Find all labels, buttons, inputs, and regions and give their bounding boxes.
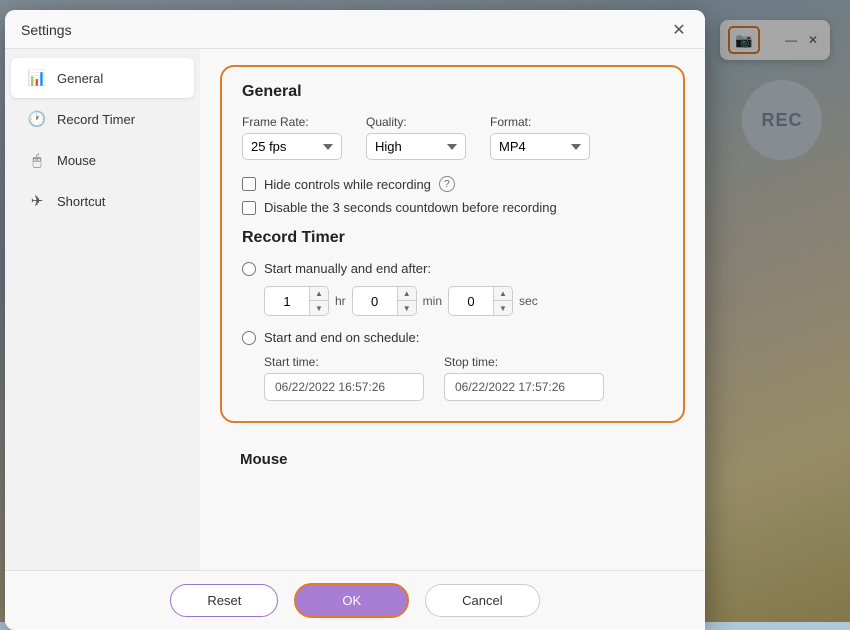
record-timer-section-title: Record Timer bbox=[242, 229, 663, 247]
start-time-field: Start time: 06/22/2022 16:57:26 bbox=[264, 355, 424, 401]
schedule-inputs: Start time: 06/22/2022 16:57:26 Stop tim… bbox=[264, 355, 663, 401]
shortcut-icon: ✈ bbox=[27, 191, 47, 211]
disable-countdown-label: Disable the 3 seconds countdown before r… bbox=[264, 200, 557, 215]
help-icon[interactable]: ? bbox=[439, 176, 455, 192]
sidebar-item-shortcut[interactable]: ✈ Shortcut bbox=[11, 181, 194, 221]
sidebar-item-general[interactable]: 📊 General bbox=[11, 58, 194, 98]
sidebar-label-shortcut: Shortcut bbox=[57, 194, 105, 209]
sec-spinner-down[interactable]: ▼ bbox=[494, 301, 512, 315]
general-section-title: General bbox=[242, 83, 663, 101]
mouse-section-title: Mouse bbox=[240, 451, 665, 468]
frame-rate-label: Frame Rate: bbox=[242, 115, 342, 129]
stop-time-input[interactable]: 06/22/2022 17:57:26 bbox=[444, 373, 604, 401]
hr-input[interactable]: 1 bbox=[265, 289, 309, 314]
disable-countdown-row: Disable the 3 seconds countdown before r… bbox=[242, 200, 663, 215]
min-input-wrapper: 0 ▲ ▼ bbox=[352, 286, 417, 316]
dialog-footer: Reset OK Cancel bbox=[5, 570, 705, 630]
sidebar-label-record-timer: Record Timer bbox=[57, 112, 135, 127]
schedule-label: Start and end on schedule: bbox=[264, 330, 419, 345]
quality-label: Quality: bbox=[366, 115, 466, 129]
hr-spinner-up[interactable]: ▲ bbox=[310, 287, 328, 301]
stop-time-field: Stop time: 06/22/2022 17:57:26 bbox=[444, 355, 604, 401]
cancel-button[interactable]: Cancel bbox=[425, 584, 539, 617]
mouse-preview: Mouse bbox=[220, 439, 685, 476]
sec-input-wrapper: 0 ▲ ▼ bbox=[448, 286, 513, 316]
format-select[interactable]: MP4 MOV AVI GIF bbox=[490, 133, 590, 160]
dialog-body: 📊 General 🕐 Record Timer 🖱 Mouse ✈ Short… bbox=[5, 49, 705, 570]
dialog-close-button[interactable]: ✕ bbox=[669, 20, 689, 40]
min-unit: min bbox=[423, 294, 442, 308]
hr-unit: hr bbox=[335, 294, 346, 308]
dialog-title: Settings bbox=[21, 22, 72, 38]
hide-controls-label: Hide controls while recording bbox=[264, 177, 431, 192]
start-time-label: Start time: bbox=[264, 355, 424, 369]
schedule-radio[interactable] bbox=[242, 331, 256, 345]
format-label: Format: bbox=[490, 115, 590, 129]
schedule-radio-row: Start and end on schedule: bbox=[242, 330, 663, 345]
general-section-box: General Frame Rate: 15 fps 20 fps 25 fps… bbox=[220, 65, 685, 423]
manually-radio-row: Start manually and end after: bbox=[242, 261, 663, 276]
manually-radio[interactable] bbox=[242, 262, 256, 276]
sec-spinner-up[interactable]: ▲ bbox=[494, 287, 512, 301]
hr-input-wrapper: 1 ▲ ▼ bbox=[264, 286, 329, 316]
hide-controls-checkbox[interactable] bbox=[242, 177, 256, 191]
record-timer-icon: 🕐 bbox=[27, 109, 47, 129]
timer-inputs: 1 ▲ ▼ hr 0 ▲ ▼ bbox=[264, 286, 663, 316]
ok-button[interactable]: OK bbox=[294, 583, 409, 618]
settings-dialog: Settings ✕ 📊 General 🕐 Record Timer 🖱 Mo… bbox=[5, 10, 705, 630]
hr-spinner-down[interactable]: ▼ bbox=[310, 301, 328, 315]
settings-row: Frame Rate: 15 fps 20 fps 25 fps 30 fps … bbox=[242, 115, 663, 160]
frame-rate-select[interactable]: 15 fps 20 fps 25 fps 30 fps 60 fps bbox=[242, 133, 342, 160]
min-spinner-up[interactable]: ▲ bbox=[398, 287, 416, 301]
disable-countdown-checkbox[interactable] bbox=[242, 201, 256, 215]
manually-label: Start manually and end after: bbox=[264, 261, 431, 276]
sidebar-label-mouse: Mouse bbox=[57, 153, 96, 168]
mouse-icon: 🖱 bbox=[27, 150, 47, 170]
min-spinners: ▲ ▼ bbox=[397, 287, 416, 315]
format-field: Format: MP4 MOV AVI GIF bbox=[490, 115, 590, 160]
sidebar-label-general: General bbox=[57, 71, 103, 86]
title-bar: Settings ✕ bbox=[5, 10, 705, 49]
sec-spinners: ▲ ▼ bbox=[493, 287, 512, 315]
sidebar-item-record-timer[interactable]: 🕐 Record Timer bbox=[11, 99, 194, 139]
stop-time-label: Stop time: bbox=[444, 355, 604, 369]
min-input[interactable]: 0 bbox=[353, 289, 397, 314]
sidebar: 📊 General 🕐 Record Timer 🖱 Mouse ✈ Short… bbox=[5, 49, 200, 570]
reset-button[interactable]: Reset bbox=[170, 584, 278, 617]
sec-input[interactable]: 0 bbox=[449, 289, 493, 314]
quality-select[interactable]: Low Medium High Very High bbox=[366, 133, 466, 160]
sidebar-item-mouse[interactable]: 🖱 Mouse bbox=[11, 140, 194, 180]
hide-controls-row: Hide controls while recording ? bbox=[242, 176, 663, 192]
timer-section: Record Timer Start manually and end afte… bbox=[242, 229, 663, 401]
sec-unit: sec bbox=[519, 294, 538, 308]
main-content: General Frame Rate: 15 fps 20 fps 25 fps… bbox=[200, 49, 705, 570]
general-icon: 📊 bbox=[27, 68, 47, 88]
min-spinner-down[interactable]: ▼ bbox=[398, 301, 416, 315]
quality-field: Quality: Low Medium High Very High bbox=[366, 115, 466, 160]
frame-rate-field: Frame Rate: 15 fps 20 fps 25 fps 30 fps … bbox=[242, 115, 342, 160]
hr-spinners: ▲ ▼ bbox=[309, 287, 328, 315]
start-time-input[interactable]: 06/22/2022 16:57:26 bbox=[264, 373, 424, 401]
